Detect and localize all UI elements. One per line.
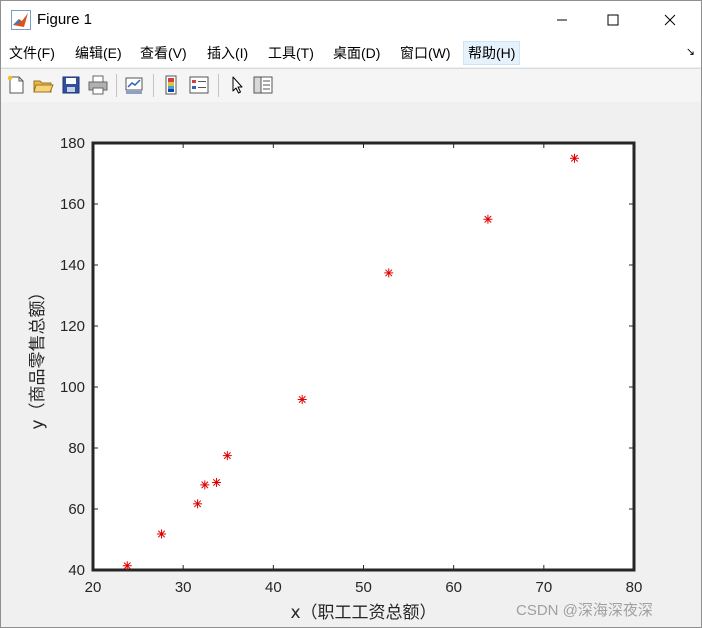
figure-window: Figure 1 文件(F) 编辑(E) 查看(V) 插入(I) 工具(T) 桌…	[0, 0, 702, 628]
save-icon[interactable]	[60, 74, 82, 96]
menu-insert[interactable]: 插入(I)	[203, 42, 252, 64]
title-bar[interactable]: Figure 1	[1, 1, 701, 39]
data-point	[193, 499, 203, 509]
x-axis-label: x（职工工资总额）	[290, 603, 436, 623]
data-point	[222, 451, 232, 461]
y-tick-label: 120	[60, 318, 85, 335]
x-tick-label: 60	[445, 579, 462, 596]
print-icon[interactable]	[87, 74, 109, 96]
pointer-icon[interactable]	[226, 74, 248, 96]
x-tick-label: 50	[355, 579, 372, 596]
toolbar-separator	[218, 74, 219, 97]
csdn-watermark: CSDN @深海深夜深	[516, 602, 653, 619]
y-tick-label: 80	[68, 440, 85, 457]
x-tick-label: 80	[626, 579, 643, 596]
window-title: Figure 1	[37, 11, 93, 28]
scatter-plot[interactable]: 20 30 40 50 60 70 80 40 60 80 100 120 140 160 180 x（职工工…	[1, 102, 701, 627]
data-point	[483, 214, 493, 224]
data-point	[212, 477, 222, 487]
menu-help[interactable]: 帮助(H)	[463, 41, 521, 65]
matlab-logo-icon	[11, 10, 31, 30]
maximize-button[interactable]	[590, 1, 636, 39]
minimize-icon	[557, 19, 567, 21]
new-figure-icon[interactable]	[5, 74, 27, 96]
figure-toolbar	[1, 68, 701, 103]
y-tick-label: 40	[68, 562, 85, 579]
maximize-icon	[607, 14, 619, 26]
x-tick-label: 40	[265, 579, 282, 596]
data-point	[569, 153, 579, 163]
insert-colorbar-icon[interactable]	[160, 74, 182, 96]
y-tick-label: 160	[60, 196, 85, 213]
toolbar-separator	[116, 74, 117, 97]
data-point	[384, 268, 394, 278]
insert-legend-icon[interactable]	[188, 74, 210, 96]
x-tick-label: 30	[175, 579, 192, 596]
menu-bar: 文件(F) 编辑(E) 查看(V) 插入(I) 工具(T) 桌面(D) 窗口(W…	[1, 39, 701, 67]
figure-canvas: 20 30 40 50 60 70 80 40 60 80 100 120 140 160 180 x（职工工…	[1, 102, 701, 627]
data-point	[157, 529, 167, 539]
x-tick-label: 20	[85, 579, 102, 596]
axes-background	[93, 143, 634, 570]
y-tick-label: 140	[60, 257, 85, 274]
data-point	[200, 480, 210, 490]
y-axis-label: y（商品零售总额）	[28, 283, 48, 429]
menu-edit[interactable]: 编辑(E)	[71, 42, 126, 64]
link-plot-icon[interactable]	[123, 74, 145, 96]
toolbar-separator	[153, 74, 154, 97]
menu-file[interactable]: 文件(F)	[5, 42, 59, 64]
menu-tools[interactable]: 工具(T)	[264, 42, 318, 64]
data-point	[297, 395, 307, 405]
menu-view[interactable]: 查看(V)	[136, 42, 191, 64]
close-button[interactable]	[647, 1, 693, 39]
open-file-icon[interactable]	[32, 74, 54, 96]
x-tick-label: 70	[535, 579, 552, 596]
close-icon	[664, 14, 676, 26]
menu-desktop[interactable]: 桌面(D)	[329, 42, 384, 64]
minimize-button[interactable]	[539, 1, 585, 39]
data-point	[122, 561, 132, 571]
y-tick-label: 60	[68, 501, 85, 518]
property-inspector-icon[interactable]	[252, 74, 274, 96]
dock-arrow-icon[interactable]: ↘	[686, 45, 695, 58]
y-tick-label: 180	[60, 135, 85, 152]
y-tick-label: 100	[60, 379, 85, 396]
menu-window[interactable]: 窗口(W)	[396, 42, 455, 64]
